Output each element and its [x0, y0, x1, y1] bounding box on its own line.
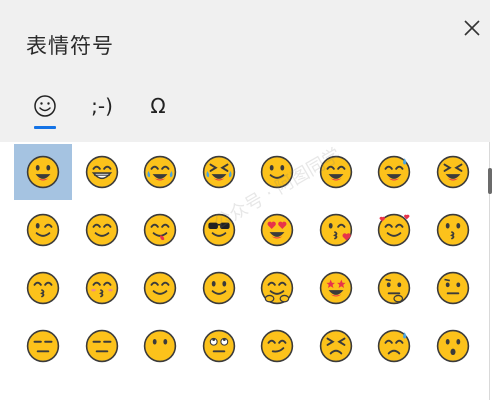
emoji-no-mouth-face[interactable] — [131, 318, 189, 374]
emoji-smirking-face[interactable] — [248, 318, 306, 374]
rolling-laughing-icon — [202, 155, 235, 189]
emoji-persevering-face[interactable] — [307, 318, 365, 374]
emoji-hugging-face[interactable] — [248, 260, 306, 316]
panel-header: 表情符号 ;-) Ω — [0, 0, 490, 142]
raised-eyebrow-icon — [436, 271, 469, 305]
scrollbar-thumb[interactable] — [488, 168, 492, 194]
emoji-slightly-smiling[interactable] — [190, 260, 248, 316]
emoji-grinning-face-with-big-eyes[interactable] — [73, 144, 131, 200]
beaming-face-icon — [319, 155, 352, 189]
tab-symbols-label: Ω — [150, 94, 166, 118]
emoji-raised-eyebrow[interactable] — [424, 260, 477, 316]
sweat-smile-icon — [377, 155, 411, 189]
star-struck-icon — [319, 271, 352, 305]
emoji-smiling-eyes[interactable] — [73, 202, 131, 258]
squinting-face-icon — [436, 155, 469, 189]
emoji-kissing-heart[interactable] — [307, 202, 365, 258]
emoji-tears-of-joy[interactable] — [131, 144, 189, 200]
neutral-face-icon — [26, 329, 60, 363]
emoji-sweat-smile[interactable] — [365, 144, 423, 200]
emoji-beaming-face[interactable] — [307, 144, 365, 200]
smiling-face-icon — [260, 155, 294, 189]
emoji-hushed-face[interactable] — [424, 318, 477, 374]
emoji-kissing-closed-eyes[interactable] — [73, 260, 131, 316]
tab-smiley[interactable] — [23, 84, 67, 128]
sunglasses-face-icon — [202, 213, 235, 247]
tears-of-joy-icon — [143, 155, 177, 189]
smiling-with-hearts-icon — [377, 213, 411, 247]
expressionless-face-icon — [85, 329, 118, 363]
emoji-relieved-face[interactable] — [131, 260, 189, 316]
emoji-grinning-face[interactable] — [14, 144, 72, 200]
close-button[interactable] — [458, 14, 486, 42]
kissing-closed-eyes-icon — [85, 271, 118, 305]
tab-bar: ;-) Ω — [0, 84, 490, 142]
emoji-sunglasses-face[interactable] — [190, 202, 248, 258]
yum-face-icon — [143, 213, 177, 247]
tab-symbols[interactable]: Ω — [136, 84, 180, 128]
grinning-face-icon — [26, 155, 60, 189]
tab-kaomoji[interactable]: ;-) — [80, 84, 124, 128]
emoji-grid — [14, 144, 476, 400]
close-icon — [464, 20, 480, 36]
hushed-face-icon — [436, 329, 469, 363]
smiley-face-icon — [34, 95, 56, 117]
emoji-winking-face[interactable] — [14, 202, 72, 258]
emoji-panel: 表情符号 ;-) Ω — [0, 0, 492, 400]
eye-roll-icon — [202, 329, 235, 363]
emoji-yum-face[interactable] — [131, 202, 189, 258]
emoji-neutral-face[interactable] — [14, 318, 72, 374]
winking-face-icon — [26, 213, 60, 247]
relieved-face-icon — [143, 271, 177, 305]
emoji-heart-eyes[interactable] — [248, 202, 306, 258]
kissing-smiling-eyes-icon — [26, 271, 60, 305]
emoji-disappointed-relieved[interactable] — [365, 318, 423, 374]
emoji-eye-roll[interactable] — [190, 318, 248, 374]
grinning-face-with-big-eyes-icon — [85, 155, 118, 189]
emoji-kissing-face[interactable] — [424, 202, 477, 258]
persevering-face-icon — [319, 329, 352, 363]
kissing-heart-icon — [319, 213, 352, 247]
active-tab-indicator — [34, 126, 56, 129]
heart-eyes-icon — [260, 213, 294, 247]
emoji-star-struck[interactable] — [307, 260, 365, 316]
emoji-thinking-face[interactable] — [365, 260, 423, 316]
smiling-eyes-icon — [85, 213, 118, 247]
smirking-face-icon — [260, 329, 294, 363]
emoji-expressionless-face[interactable] — [73, 318, 131, 374]
slightly-smiling-icon — [202, 271, 235, 305]
thinking-face-icon — [377, 271, 411, 305]
emoji-smiling-face[interactable] — [248, 144, 306, 200]
hugging-face-icon — [260, 271, 294, 305]
no-mouth-face-icon — [143, 329, 177, 363]
disappointed-relieved-icon — [377, 329, 411, 363]
emoji-smiling-with-hearts[interactable] — [365, 202, 423, 258]
tab-kaomoji-label: ;-) — [91, 94, 113, 118]
emoji-kissing-smiling-eyes[interactable] — [14, 260, 72, 316]
panel-title: 表情符号 — [26, 34, 114, 58]
emoji-rolling-laughing[interactable] — [190, 144, 248, 200]
emoji-squinting-face[interactable] — [424, 144, 477, 200]
kissing-face-icon — [436, 213, 469, 247]
